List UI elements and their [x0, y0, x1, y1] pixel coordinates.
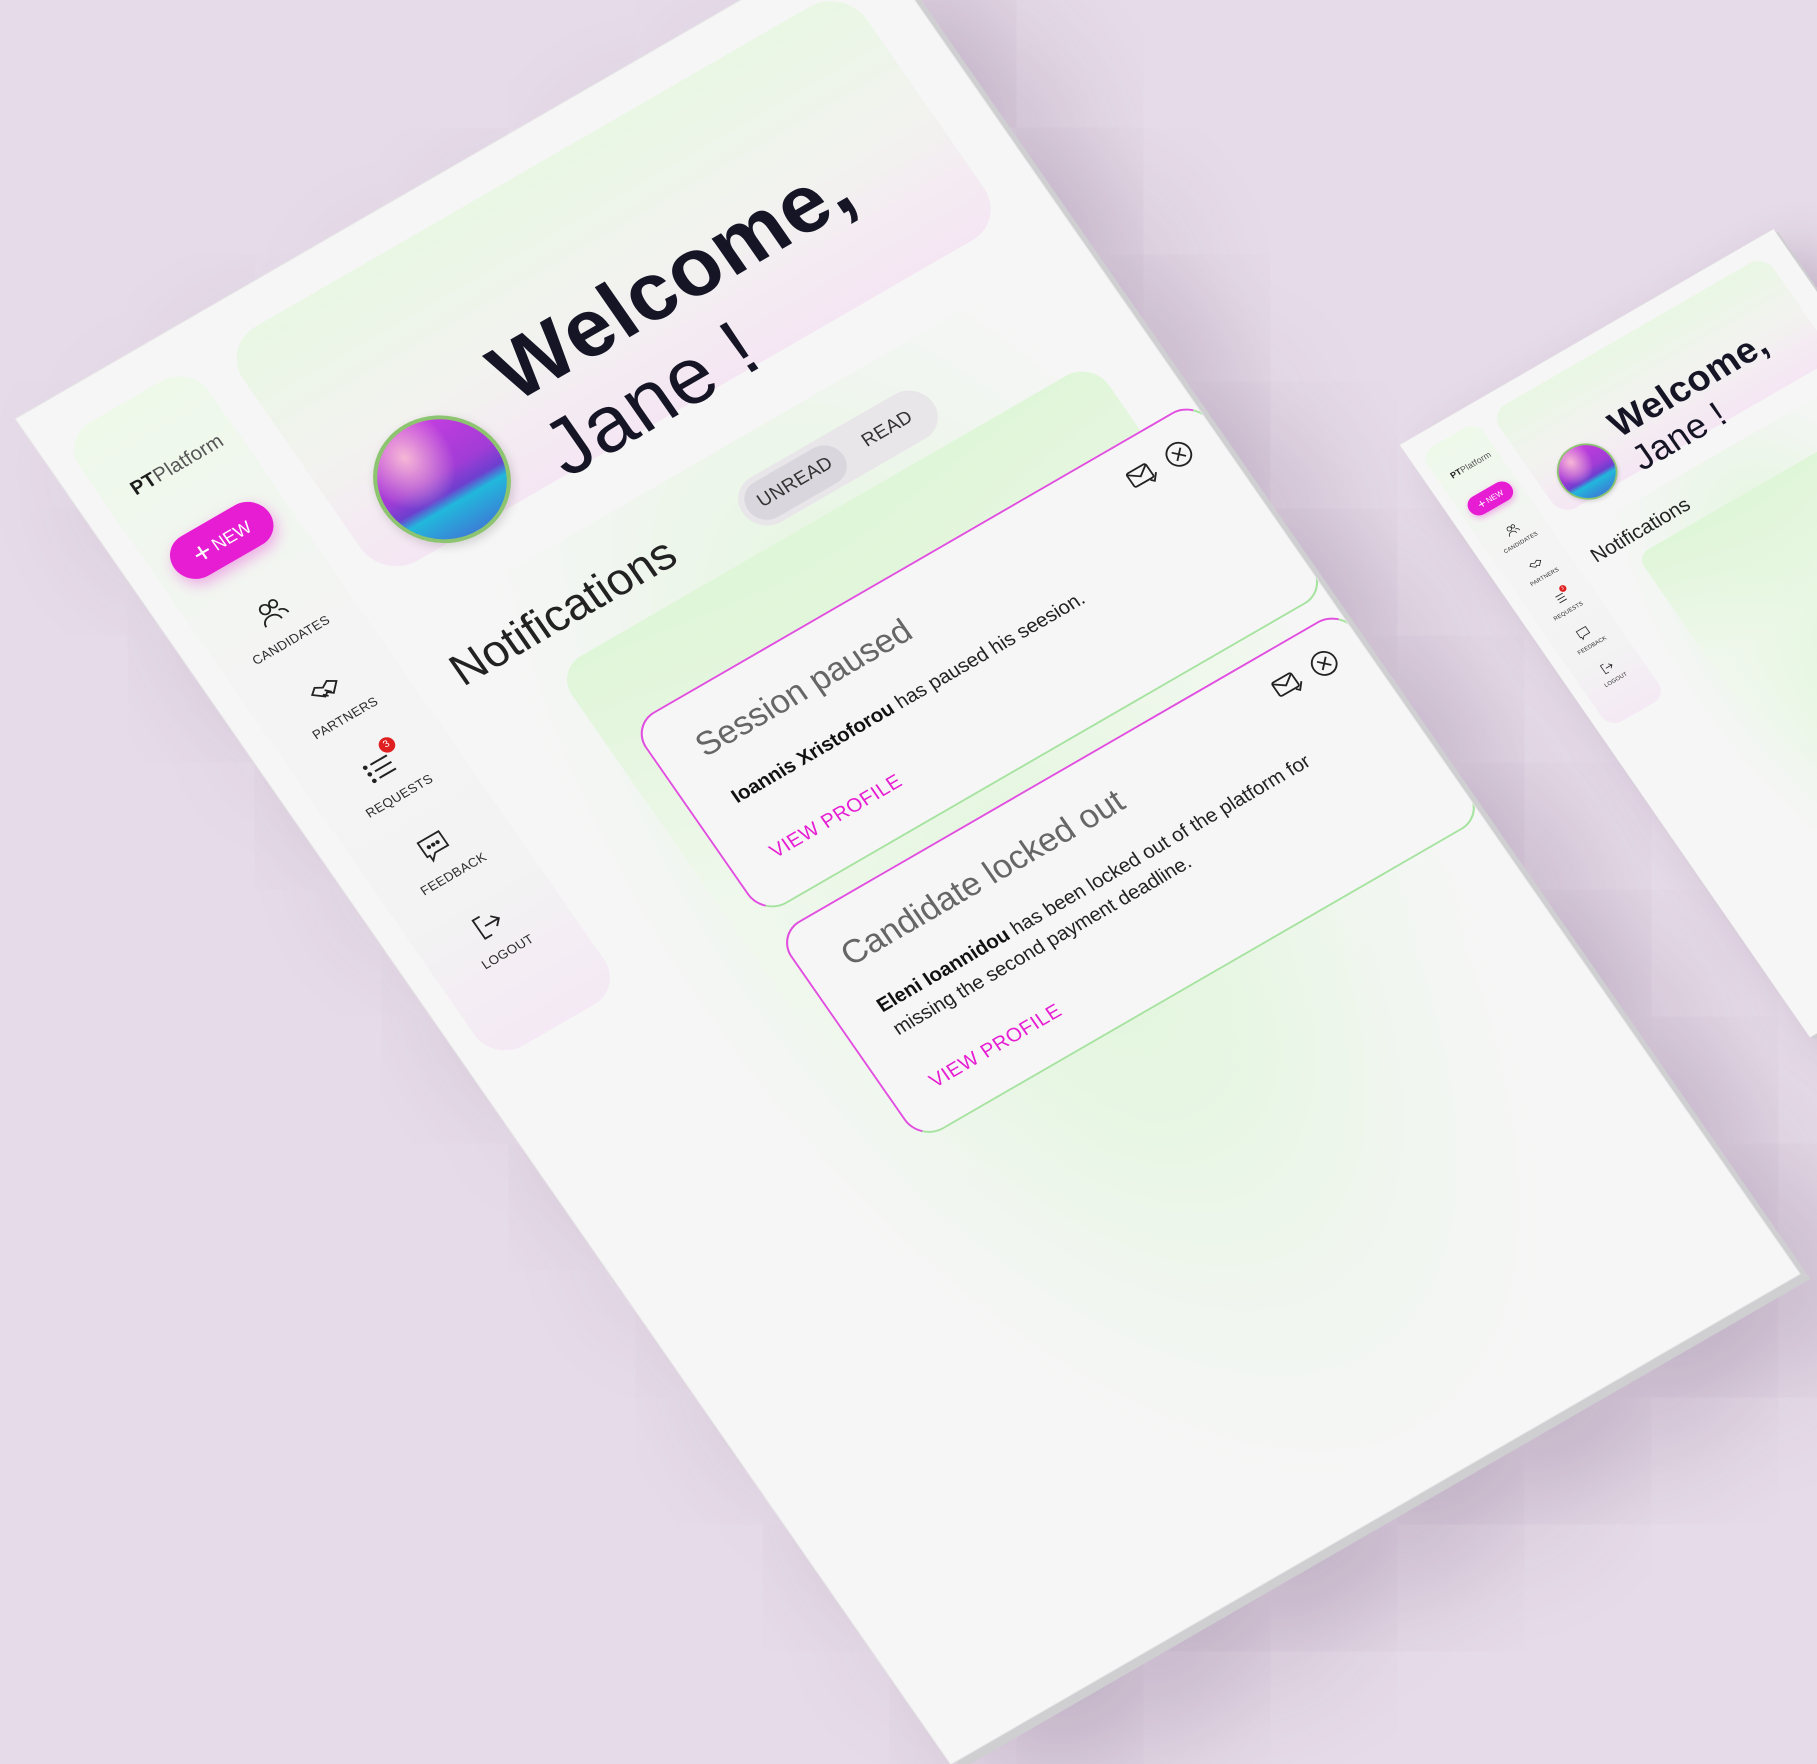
- brand-logo: PTPlatform: [1448, 450, 1493, 481]
- new-button-label: NEW: [1484, 488, 1506, 505]
- brand-rest: Platform: [1458, 449, 1494, 475]
- chat-icon: [410, 824, 459, 869]
- logout-icon: [1597, 658, 1618, 678]
- avatar[interactable]: [346, 391, 538, 568]
- close-icon[interactable]: [1156, 433, 1202, 475]
- handshake-icon: [1525, 555, 1546, 575]
- new-button[interactable]: +NEW: [160, 493, 284, 588]
- avatar[interactable]: [1545, 432, 1630, 511]
- list-icon: 3: [1549, 583, 1570, 609]
- close-icon[interactable]: [1301, 642, 1347, 684]
- mark-read-icon[interactable]: [1119, 454, 1165, 496]
- main-device-screen: PTPlatform +NEW CANDIDATES PARTNERS 3 RE…: [16, 0, 1800, 1764]
- mark-read-icon[interactable]: [1264, 664, 1310, 706]
- logout-icon: [464, 902, 513, 947]
- list-icon: 3: [356, 734, 405, 791]
- notification-actions: [1259, 642, 1347, 708]
- users-icon: [247, 590, 296, 635]
- new-button-label: NEW: [207, 517, 256, 555]
- handshake-icon: [302, 668, 351, 713]
- brand-rest: Platform: [148, 430, 229, 487]
- new-button[interactable]: +NEW: [1463, 477, 1518, 520]
- message-text: has paused his seesion.: [891, 587, 1090, 714]
- chat-icon: [1573, 623, 1594, 643]
- brand-logo: PTPlatform: [126, 430, 228, 500]
- notification-actions: [1114, 433, 1202, 499]
- users-icon: [1502, 520, 1523, 540]
